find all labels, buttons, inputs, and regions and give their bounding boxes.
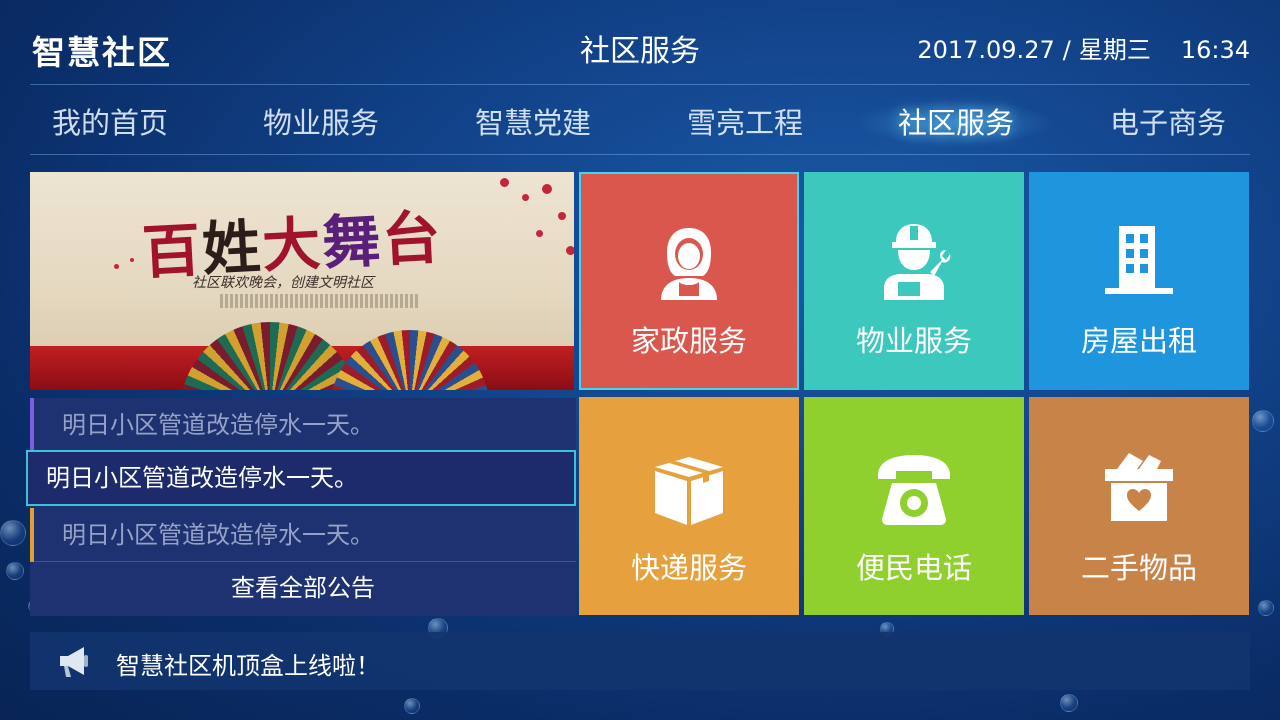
service-label: 家政服务	[630, 324, 747, 358]
telephone-icon	[878, 455, 950, 525]
notice-accent-bar	[30, 398, 34, 452]
notice-text: 明日小区管道改造停水一天。	[62, 521, 374, 549]
date-text: 2017.09.27	[917, 36, 1055, 64]
date-separator: /	[1062, 36, 1071, 64]
nav-tab-party-building[interactable]: 智慧党建	[475, 100, 591, 142]
banner-fine-print	[220, 294, 420, 308]
housekeeper-icon	[661, 228, 717, 300]
weekday-text: 星期三	[1078, 36, 1151, 64]
secondhand-box-icon	[1105, 453, 1173, 521]
notice-item[interactable]: 明日小区管道改造停水一天。	[30, 398, 576, 454]
nav-tab-xueliang[interactable]: 雪亮工程	[687, 100, 803, 142]
nav-tab-home[interactable]: 我的首页	[52, 100, 168, 142]
notice-accent-bar	[30, 508, 34, 562]
notice-text: 明日小区管道改造停水一天。	[62, 411, 374, 439]
clock-time: 16:34	[1180, 36, 1250, 64]
service-label: 二手物品	[1080, 551, 1197, 585]
service-label: 快递服务	[630, 551, 747, 585]
datetime-display: 2017.09.27/星期三 16:34	[917, 30, 1250, 65]
notice-item[interactable]: 明日小区管道改造停水一天。	[30, 508, 576, 564]
service-label: 物业服务	[855, 324, 972, 358]
notice-item-selected[interactable]: 明日小区管道改造停水一天。	[26, 450, 576, 506]
service-label: 便民电话	[855, 551, 972, 585]
header-bar: 智慧社区 社区服务 2017.09.27/星期三 16:34	[0, 0, 1280, 84]
service-tile-housing-rental[interactable]: 房屋出租	[1029, 172, 1249, 390]
package-icon	[655, 457, 723, 525]
notice-panel: 明日小区管道改造停水一天。 明日小区管道改造停水一天。 明日小区管道改造停水一天…	[26, 398, 576, 616]
nav-tab-community-service[interactable]: 社区服务	[898, 100, 1014, 142]
service-tile-housekeeping[interactable]: 家政服务	[579, 172, 799, 390]
nav-tab-property[interactable]: 物业服务	[263, 100, 379, 142]
megaphone-icon	[60, 647, 88, 677]
event-banner[interactable]: 百姓大舞台 社区联欢晚会，创建文明社区	[30, 172, 574, 390]
banner-fan-right	[330, 330, 490, 390]
banner-title-char-4: 舞	[320, 206, 384, 278]
nav-tab-ecommerce[interactable]: 电子商务	[1110, 100, 1226, 142]
banner-fan-left	[180, 322, 360, 390]
service-tile-secondhand[interactable]: 二手物品	[1029, 397, 1249, 615]
service-tile-property[interactable]: 物业服务	[804, 172, 1024, 390]
service-label: 房屋出租	[1080, 324, 1197, 358]
service-tile-express[interactable]: 快递服务	[579, 397, 799, 615]
main-nav: 我的首页 物业服务 智慧党建 雪亮工程 社区服务 电子商务	[30, 96, 1250, 146]
banner-title-char-5: 台	[380, 203, 444, 275]
notice-text: 明日小区管道改造停水一天。	[46, 464, 358, 492]
banner-title-char-3: 大	[260, 209, 325, 281]
header-divider	[30, 84, 1250, 85]
service-tile-hotline[interactable]: 便民电话	[804, 397, 1024, 615]
view-all-notices-button[interactable]: 查看全部公告	[30, 562, 576, 616]
ticker-text: 智慧社区机顶盒上线啦！	[116, 652, 380, 680]
repairman-icon	[884, 224, 951, 300]
nav-divider	[30, 154, 1250, 155]
banner-subtitle: 社区联欢晚会，创建文明社区	[192, 275, 374, 291]
building-icon	[1105, 226, 1173, 294]
announcement-ticker[interactable]: 智慧社区机顶盒上线啦！	[30, 632, 1250, 690]
